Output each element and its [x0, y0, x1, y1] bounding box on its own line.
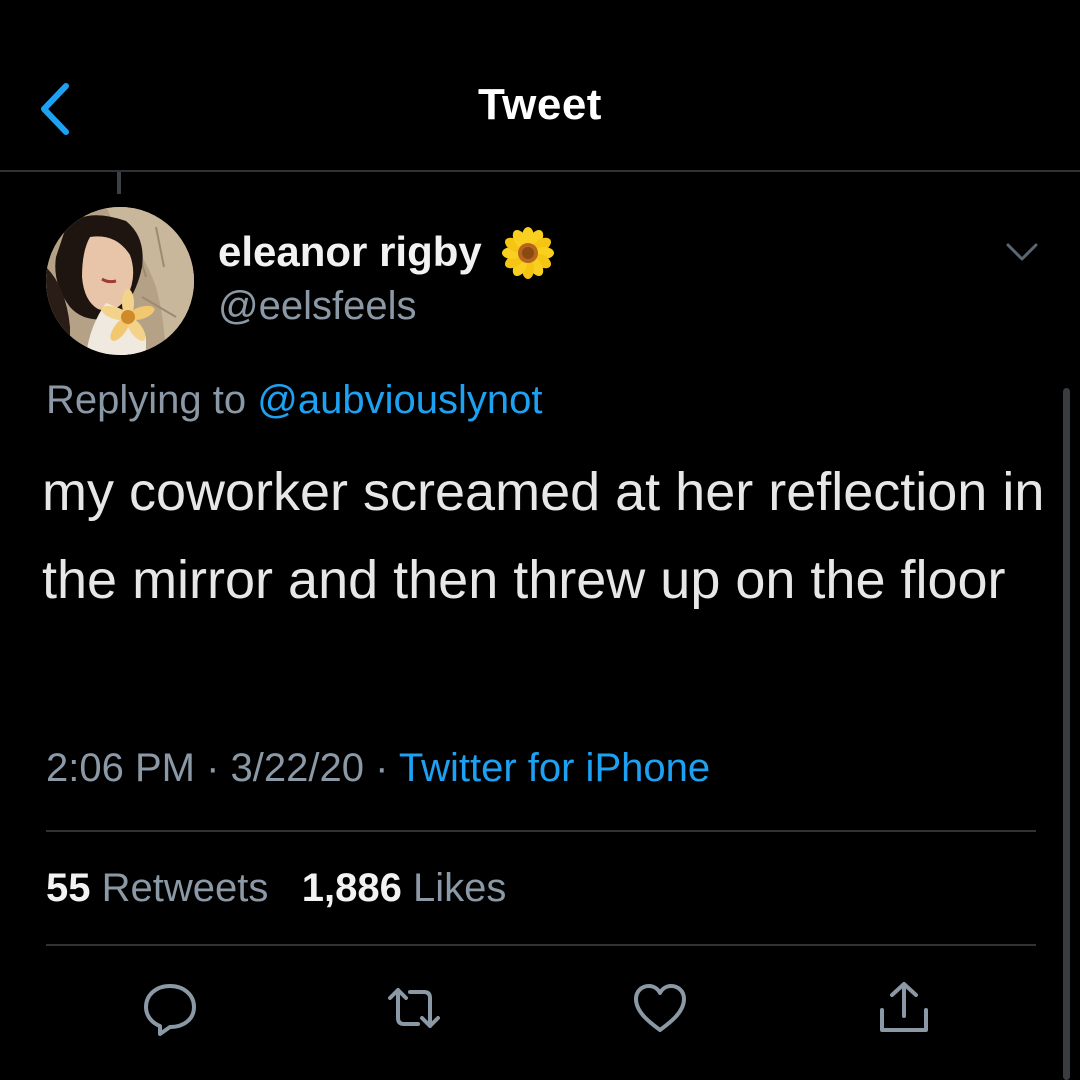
retweets-stat[interactable]: 55 Retweets	[46, 866, 268, 910]
comment-icon	[144, 984, 196, 1036]
retweets-label: Retweets	[101, 866, 269, 910]
meta-separator: ·	[375, 746, 389, 790]
replying-to-line: Replying to @aubviouslynot	[46, 378, 542, 423]
display-name[interactable]: eleanor rigby	[218, 228, 482, 276]
tweet-meta: 2:06 PM · 3/22/20 · Twitter for iPhone	[46, 746, 710, 791]
tweet-date: 3/22/20	[230, 746, 365, 790]
like-button[interactable]	[630, 978, 690, 1038]
scrollbar[interactable]	[1063, 388, 1070, 1080]
avatar-image	[46, 207, 194, 355]
user-handle[interactable]: @eelsfeels	[218, 284, 416, 329]
replying-to-label: Replying to	[46, 378, 247, 422]
retweet-icon	[388, 988, 440, 1028]
retweets-count: 55	[46, 866, 91, 910]
divider	[46, 830, 1036, 832]
share-icon	[880, 982, 928, 1032]
retweet-button[interactable]	[384, 978, 444, 1038]
tweet-stats: 55 Retweets 1,886 Likes	[46, 866, 506, 911]
share-button[interactable]	[874, 978, 934, 1038]
likes-label: Likes	[412, 866, 507, 910]
avatar[interactable]	[46, 207, 194, 355]
heart-icon	[634, 984, 686, 1032]
tweet-source-link[interactable]: Twitter for iPhone	[399, 746, 710, 790]
divider	[46, 944, 1036, 946]
reply-to-mention-link[interactable]: @aubviouslynot	[257, 378, 542, 422]
top-nav-bar: Tweet	[0, 0, 1080, 172]
likes-stat[interactable]: 1,886 Likes	[302, 866, 507, 910]
sunflower-icon	[502, 227, 554, 279]
reply-button[interactable]	[140, 978, 200, 1038]
tweet-time: 2:06 PM	[46, 746, 195, 790]
thread-connector-line	[117, 172, 121, 194]
more-options-button[interactable]	[1000, 235, 1044, 271]
meta-separator: ·	[206, 746, 220, 790]
page-title: Tweet	[478, 80, 602, 129]
tweet-text: my coworker screamed at her reflection i…	[42, 462, 1045, 610]
chevron-down-icon	[1006, 243, 1038, 261]
likes-count: 1,886	[301, 866, 402, 910]
